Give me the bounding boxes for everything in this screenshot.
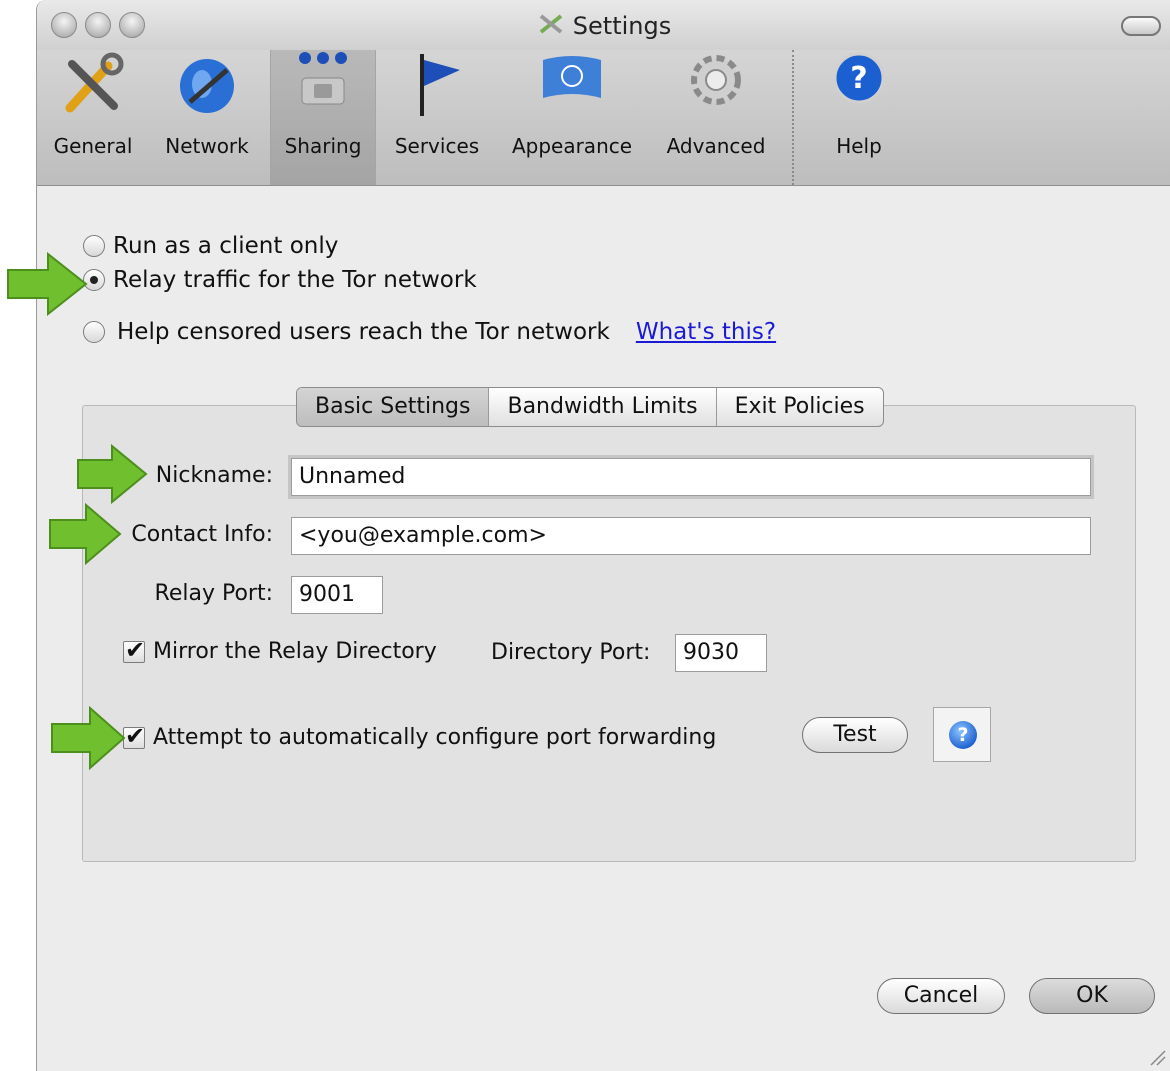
un-flag-icon	[537, 50, 607, 124]
contact-info-field[interactable]: <you@example.com>	[291, 517, 1091, 555]
tab-bandwidth-limits[interactable]: Bandwidth Limits	[489, 388, 717, 426]
toolbar-item-network[interactable]: Network	[155, 50, 259, 185]
green-arrow-icon	[7, 252, 88, 316]
help-icon: ?	[949, 721, 977, 749]
radio-client-only[interactable]: Run as a client only	[83, 233, 338, 259]
mirror-directory-checkbox[interactable]: ✔	[123, 636, 145, 664]
toolbar-toggle-button[interactable]	[1121, 16, 1161, 36]
preferences-toolbar: General Network Sharing Services Appeara…	[37, 50, 1170, 186]
port-forwarding-checkbox[interactable]: ✔	[123, 722, 145, 750]
question-icon: ?	[824, 50, 894, 124]
toolbar-item-advanced[interactable]: Advanced	[659, 50, 773, 185]
port-forwarding-label: Attempt to automatically configure port …	[153, 725, 717, 750]
radio-relay-traffic-label: Relay traffic for the Tor network	[113, 267, 477, 293]
toolbar-label-appearance: Appearance	[511, 134, 633, 158]
settings-window: Settings General Network Sharing Service…	[36, 0, 1170, 1071]
radio-relay-traffic[interactable]: Relay traffic for the Tor network	[83, 267, 477, 293]
toolbar-label-network: Network	[165, 134, 249, 158]
window-title: Settings	[572, 12, 672, 40]
whats-this-link[interactable]: What's this?	[636, 319, 776, 345]
radio-bridge-control[interactable]	[83, 321, 105, 343]
toolbar-item-appearance[interactable]: Appearance	[507, 50, 637, 185]
toolbar-label-services: Services	[394, 134, 480, 158]
toolbar-item-sharing[interactable]: Sharing	[270, 50, 376, 185]
mirror-directory-label: Mirror the Relay Directory	[153, 639, 437, 664]
resize-grip-icon[interactable]	[1147, 1047, 1167, 1067]
gear-icon	[681, 50, 751, 124]
title-bar: Settings	[37, 0, 1170, 50]
toolbar-label-advanced: Advanced	[666, 134, 766, 158]
green-arrow-icon	[51, 706, 126, 770]
port-forwarding-help-button[interactable]: ?	[933, 707, 991, 762]
checkmark-icon: ✔	[125, 721, 146, 750]
checkmark-icon: ✔	[125, 635, 146, 664]
nickname-label: Nickname:	[155, 463, 273, 488]
toolbar-item-general[interactable]: General	[41, 50, 145, 185]
flag-icon	[402, 50, 472, 124]
cancel-button[interactable]: Cancel	[877, 978, 1005, 1014]
nickname-field[interactable]: Unnamed	[291, 458, 1091, 496]
contact-info-label: Contact Info:	[131, 522, 273, 547]
window-title-container: Settings	[37, 12, 1170, 42]
settings-title-icon	[537, 12, 567, 42]
green-arrow-icon	[77, 444, 148, 504]
test-button[interactable]: Test	[802, 717, 908, 753]
radio-client-only-label: Run as a client only	[113, 233, 339, 259]
relay-port-label: Relay Port:	[154, 581, 273, 606]
globe-icon	[172, 50, 242, 124]
toolbar-item-help[interactable]: ? Help	[807, 50, 911, 185]
port-forwarding-checkbox-row[interactable]: ✔ Attempt to automatically configure por…	[123, 722, 717, 750]
toolbar-label-sharing: Sharing	[284, 134, 362, 158]
mirror-directory-checkbox-row[interactable]: ✔ Mirror the Relay Directory	[123, 636, 437, 664]
directory-port-label: Directory Port:	[491, 640, 651, 665]
tab-basic-settings[interactable]: Basic Settings	[297, 388, 490, 426]
svg-text:?: ?	[850, 61, 867, 96]
tab-exit-policies[interactable]: Exit Policies	[717, 388, 883, 426]
directory-port-field[interactable]: 9030	[675, 634, 767, 672]
toolbar-label-help: Help	[836, 134, 882, 158]
wrench-screwdriver-icon	[58, 50, 128, 124]
radio-bridge[interactable]: Help censored users reach the Tor networ…	[83, 319, 776, 345]
toolbar-label-general: General	[53, 134, 133, 158]
radio-bridge-label: Help censored users reach the Tor networ…	[117, 319, 610, 345]
sharing-icon	[288, 50, 358, 124]
ok-button[interactable]: OK	[1029, 978, 1155, 1014]
settings-tab-bar: Basic Settings Bandwidth Limits Exit Pol…	[296, 387, 884, 427]
green-arrow-icon	[49, 503, 122, 565]
toolbar-item-services[interactable]: Services	[385, 50, 489, 185]
toolbar-separator	[792, 50, 794, 185]
relay-port-field[interactable]: 9001	[291, 576, 383, 614]
